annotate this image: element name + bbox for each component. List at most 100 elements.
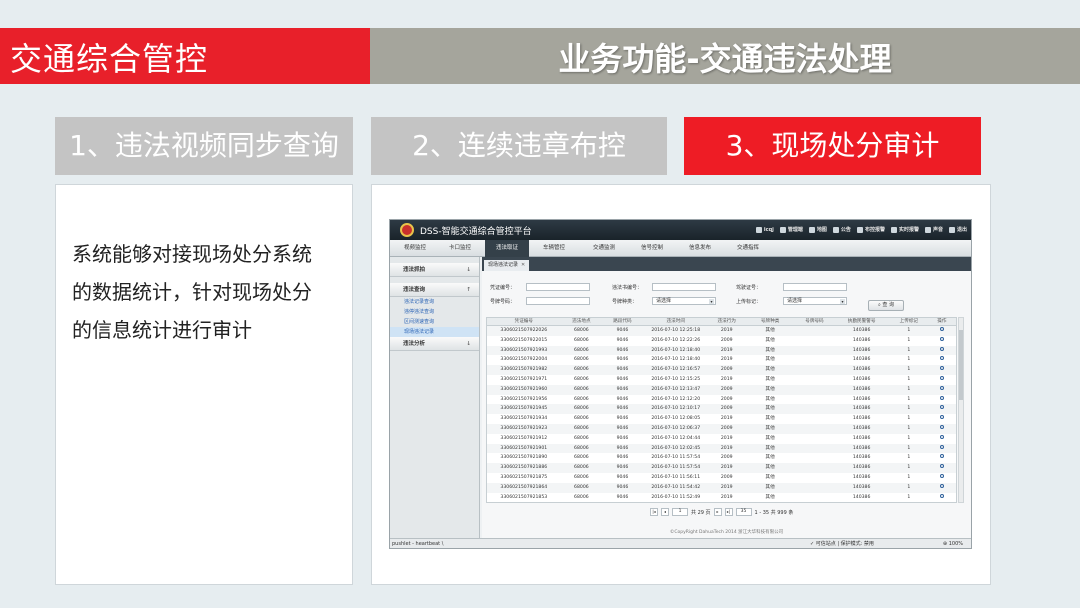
table-cell: 3306021507921923: [500, 425, 548, 431]
sidebar-group-analysis[interactable]: 违法分析 ↓: [390, 337, 479, 351]
menu-checkpoint[interactable]: 卡口监控: [438, 240, 482, 257]
toolbar-admin[interactable]: 管理端: [779, 226, 803, 233]
col-location[interactable]: 违法地点: [561, 318, 603, 325]
view-detail-button[interactable]: [928, 483, 956, 493]
view-detail-button[interactable]: [928, 395, 956, 405]
menu-traffic-command[interactable]: 交通指挥: [726, 240, 770, 257]
table-row[interactable]: 3306021507921853 68006 9046 2016-07-10 11:5…: [487, 493, 956, 502]
col-road-code[interactable]: 路段代码: [602, 318, 643, 325]
sidebar-group-query[interactable]: 违法查询 ↑: [390, 283, 479, 297]
table-row[interactable]: 3306021507921912 68006 9046 2016-07-10 12:0…: [487, 434, 956, 444]
table-row[interactable]: 3306021507921864 68006 9046 2016-07-10 11:5…: [487, 482, 956, 493]
view-detail-button[interactable]: [928, 385, 956, 395]
col-plate-type[interactable]: 号牌种类: [745, 318, 796, 325]
view-detail-button[interactable]: [928, 493, 956, 502]
table-cell: 其他: [765, 445, 775, 451]
table-cell: 2009: [720, 396, 733, 402]
menu-violation-evidence[interactable]: 违法取证: [485, 240, 529, 257]
toolbar-sound[interactable]: 声音: [924, 226, 943, 233]
table-row[interactable]: 3306021507921971 68006 9046 2016-07-10 12:1…: [487, 375, 956, 385]
table-row[interactable]: 3306021507921982 68006 9046 2016-07-10 12:1…: [487, 365, 956, 375]
page-title-bar: 业务功能-交通违法处理: [370, 28, 1080, 84]
close-icon[interactable]: ✕: [521, 262, 525, 268]
table-row[interactable]: 3306021507921960 68006 9046 2016-07-10 12:1…: [487, 384, 956, 395]
license-no-input[interactable]: [783, 283, 847, 291]
menu-info-release[interactable]: 信息发布: [678, 240, 722, 257]
toolbar-realtime-alarm[interactable]: 实时报警: [890, 226, 919, 233]
toolbar-notice[interactable]: 公告: [832, 226, 851, 233]
table-row[interactable]: 3306021507921956 68006 9046 2016-07-10 12:1…: [487, 395, 956, 405]
table-cell: 68006: [574, 445, 589, 451]
table-cell: 3306021507921875: [500, 474, 548, 480]
next-page-button[interactable]: ▸: [713, 508, 722, 516]
menu-traffic-monitor[interactable]: 交通监测: [582, 240, 626, 257]
col-upload-flag[interactable]: 上传标记: [890, 318, 928, 325]
sidebar-item-parking-violation[interactable]: 违停违法查询: [390, 307, 479, 317]
first-page-button[interactable]: |◂: [650, 508, 658, 516]
table-row[interactable]: 3306021507922015 68006 9046 2016-07-10 12:2…: [487, 336, 956, 346]
view-detail-button[interactable]: [928, 473, 956, 483]
table-row[interactable]: 3306021507921934 68006 9046 2016-07-10 12:0…: [487, 414, 956, 424]
view-detail-button[interactable]: [928, 434, 956, 444]
table-scrollbar[interactable]: [958, 317, 964, 503]
table-row[interactable]: 3306021507921890 68006 9046 2016-07-10 11:5…: [487, 453, 956, 463]
view-detail-button[interactable]: [928, 336, 956, 346]
col-behavior[interactable]: 违法行为: [709, 318, 745, 325]
cert-no-input[interactable]: [526, 283, 590, 291]
table-row[interactable]: 3306021507922004 68006 9046 2016-07-10 12:1…: [487, 355, 956, 365]
table-cell: 9046: [616, 347, 629, 353]
table-row[interactable]: 3306021507921875 68006 9046 2016-07-10 11:5…: [487, 473, 956, 483]
scrollbar-thumb[interactable]: [959, 330, 963, 400]
page-size-select[interactable]: 35: [735, 508, 752, 516]
menu-vehicle-control[interactable]: 车辆管控: [532, 240, 576, 257]
last-page-button[interactable]: ▸|: [724, 508, 733, 516]
view-detail-button[interactable]: [928, 375, 956, 385]
sidebar-item-violation-records[interactable]: 违法记录查询: [390, 297, 479, 307]
prev-page-button[interactable]: ◂: [661, 508, 669, 516]
toolbar-map[interactable]: 地图: [808, 226, 827, 233]
table-row[interactable]: 3306021507922026 68006 9046 2016-07-10 12:2…: [487, 326, 956, 336]
view-detail-button[interactable]: [928, 463, 956, 473]
view-detail-button[interactable]: [928, 444, 956, 454]
table-row[interactable]: 3306021507921945 68006 9046 2016-07-10 12:1…: [487, 404, 956, 415]
table-cell: 140386: [852, 376, 871, 382]
menu-video[interactable]: 视频监控: [393, 240, 437, 257]
sidebar-item-section-speed[interactable]: 区间测速查询: [390, 317, 479, 327]
table-row[interactable]: 3306021507921923 68006 9046 2016-07-10 12:0…: [487, 423, 956, 434]
table-cell: 9046: [616, 328, 629, 333]
col-time[interactable]: 违法时间: [643, 318, 709, 325]
sidebar-group-capture[interactable]: 违法抓拍 ↓: [390, 263, 479, 277]
col-cert-no[interactable]: 凭证编号: [487, 318, 561, 325]
view-detail-button[interactable]: [928, 355, 956, 365]
plate-type-select[interactable]: 请选择 ▾: [652, 297, 716, 305]
query-button[interactable]: ⌕ 查 询: [868, 300, 904, 311]
status-zoom[interactable]: ⊕ 100%: [943, 539, 963, 549]
tab-onsite-records[interactable]: 现场违法记录 ✕: [484, 260, 530, 271]
view-detail-button[interactable]: [928, 326, 956, 336]
page-input[interactable]: 1: [672, 508, 688, 516]
view-detail-button[interactable]: [928, 346, 956, 356]
col-plate-no[interactable]: 号牌号码: [796, 318, 834, 325]
view-detail-button[interactable]: [928, 404, 956, 414]
view-detail-button[interactable]: [928, 414, 956, 424]
toolbar-control-alarm[interactable]: 布控报警: [856, 226, 885, 233]
logout-icon: [948, 226, 955, 233]
table-row[interactable]: 3306021507921993 68006 9046 2016-07-10 12:1…: [487, 345, 956, 356]
view-detail-button[interactable]: [928, 365, 956, 375]
table-cell: [796, 473, 834, 483]
table-cell: 3306021507922026: [500, 328, 548, 333]
table-cell: 140386: [852, 367, 871, 373]
menu-signal-control[interactable]: 信号控制: [630, 240, 674, 257]
view-detail-button[interactable]: [928, 453, 956, 463]
view-detail-button[interactable]: [928, 424, 956, 434]
toolbar-user[interactable]: icqj: [755, 226, 774, 233]
notice-no-input[interactable]: [652, 283, 716, 291]
table-row[interactable]: 3306021507921886 68006 9046 2016-07-10 11:5…: [487, 463, 956, 473]
sidebar-item-onsite-records[interactable]: 现场违法记录: [390, 327, 479, 337]
table-cell: 9046: [616, 357, 629, 363]
plate-no-input[interactable]: [526, 297, 590, 305]
toolbar-logout[interactable]: 退出: [948, 226, 967, 233]
upload-flag-select[interactable]: 请选择 ▾: [783, 297, 847, 305]
col-officer-no[interactable]: 执勤民警警号: [833, 318, 890, 325]
table-row[interactable]: 3306021507921901 68006 9046 2016-07-10 12:0…: [487, 443, 956, 454]
